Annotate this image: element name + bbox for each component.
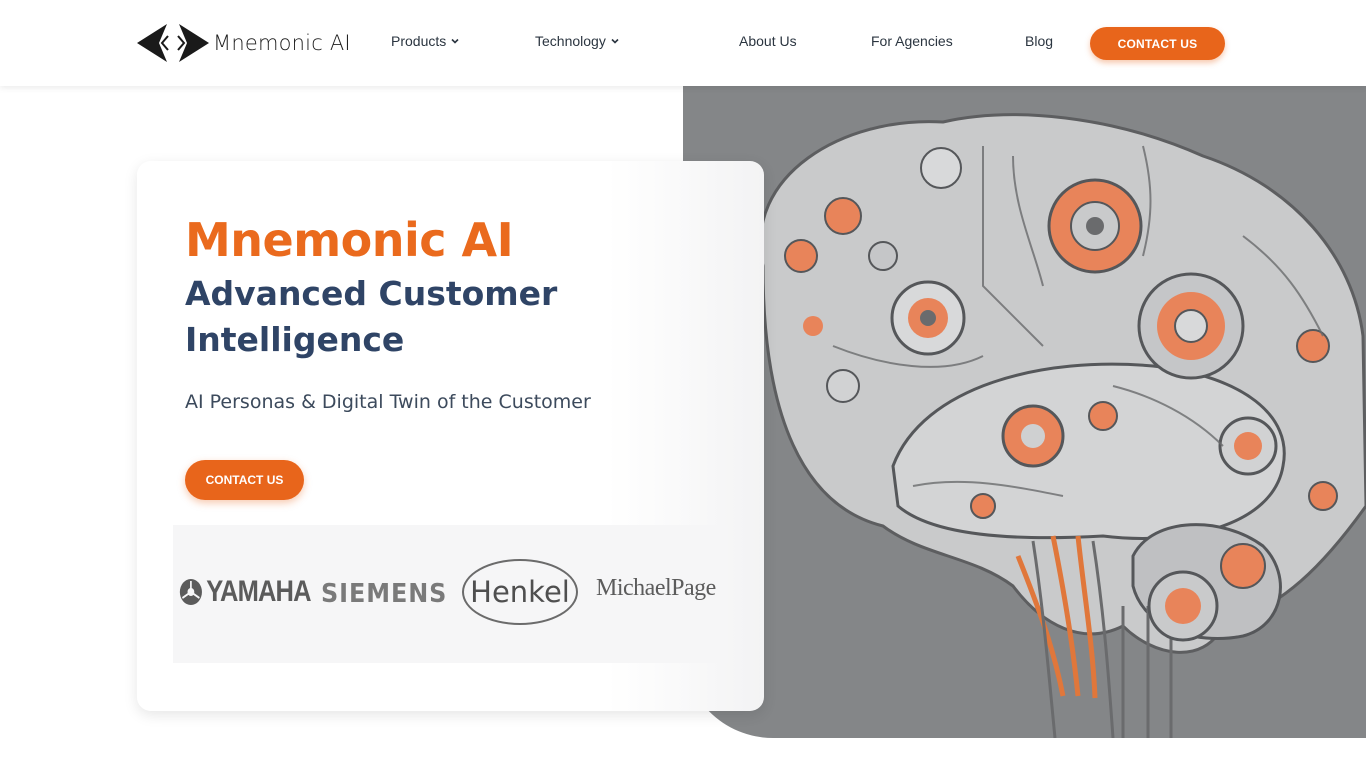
client-name: SIEMENS	[321, 579, 448, 609]
hero-card: Mnemonic AI Advanced Customer Intelligen…	[137, 161, 764, 711]
client-name: YAMAHA	[206, 575, 311, 608]
client-logo-michaelpage: MichaelPage	[596, 575, 716, 602]
nav-about-us-label: About Us	[739, 33, 797, 49]
client-logos: YAMAHA SIEMENS Henkel MichaelPage	[173, 525, 728, 663]
nav-products-label: Products	[391, 33, 447, 49]
brand-name: Mnemonic AI	[213, 31, 351, 55]
nav-products[interactable]: Products	[391, 33, 460, 49]
nav-about-us[interactable]: About Us	[739, 33, 797, 49]
tuning-forks-logo-icon	[179, 579, 202, 605]
nav-technology-label: Technology	[535, 33, 606, 49]
mechanical-brain-illustration	[683, 86, 1366, 738]
hero-contact-button[interactable]: CONTACT US	[185, 460, 304, 500]
client-logo-siemens: SIEMENS	[321, 579, 447, 609]
chevrons-diamond-logo-icon	[137, 24, 209, 62]
hero-subtitle: Advanced Customer Intelligence	[185, 274, 558, 359]
nav-for-agencies[interactable]: For Agencies	[871, 33, 953, 49]
header-contact-button[interactable]: CONTACT US	[1090, 27, 1225, 60]
client-name: MichaelPage	[596, 575, 716, 601]
nav-for-agencies-label: For Agencies	[871, 33, 953, 49]
brand-logo[interactable]: Mnemonic AI	[137, 24, 351, 62]
client-logo-yamaha: YAMAHA	[179, 575, 312, 609]
chevron-down-icon	[451, 38, 459, 44]
hero-title: Mnemonic AI	[185, 213, 514, 267]
site-header: Mnemonic AI Products Technology About Us…	[0, 0, 1366, 86]
client-logo-henkel: Henkel	[462, 559, 578, 625]
nav-technology[interactable]: Technology	[535, 33, 620, 49]
hero-tagline: AI Personas & Digital Twin of the Custom…	[185, 391, 591, 413]
client-name: Henkel	[470, 575, 570, 609]
nav-blog-label: Blog	[1025, 33, 1054, 49]
nav-blog[interactable]: Blog	[1025, 33, 1053, 49]
chevron-down-icon	[611, 38, 619, 44]
